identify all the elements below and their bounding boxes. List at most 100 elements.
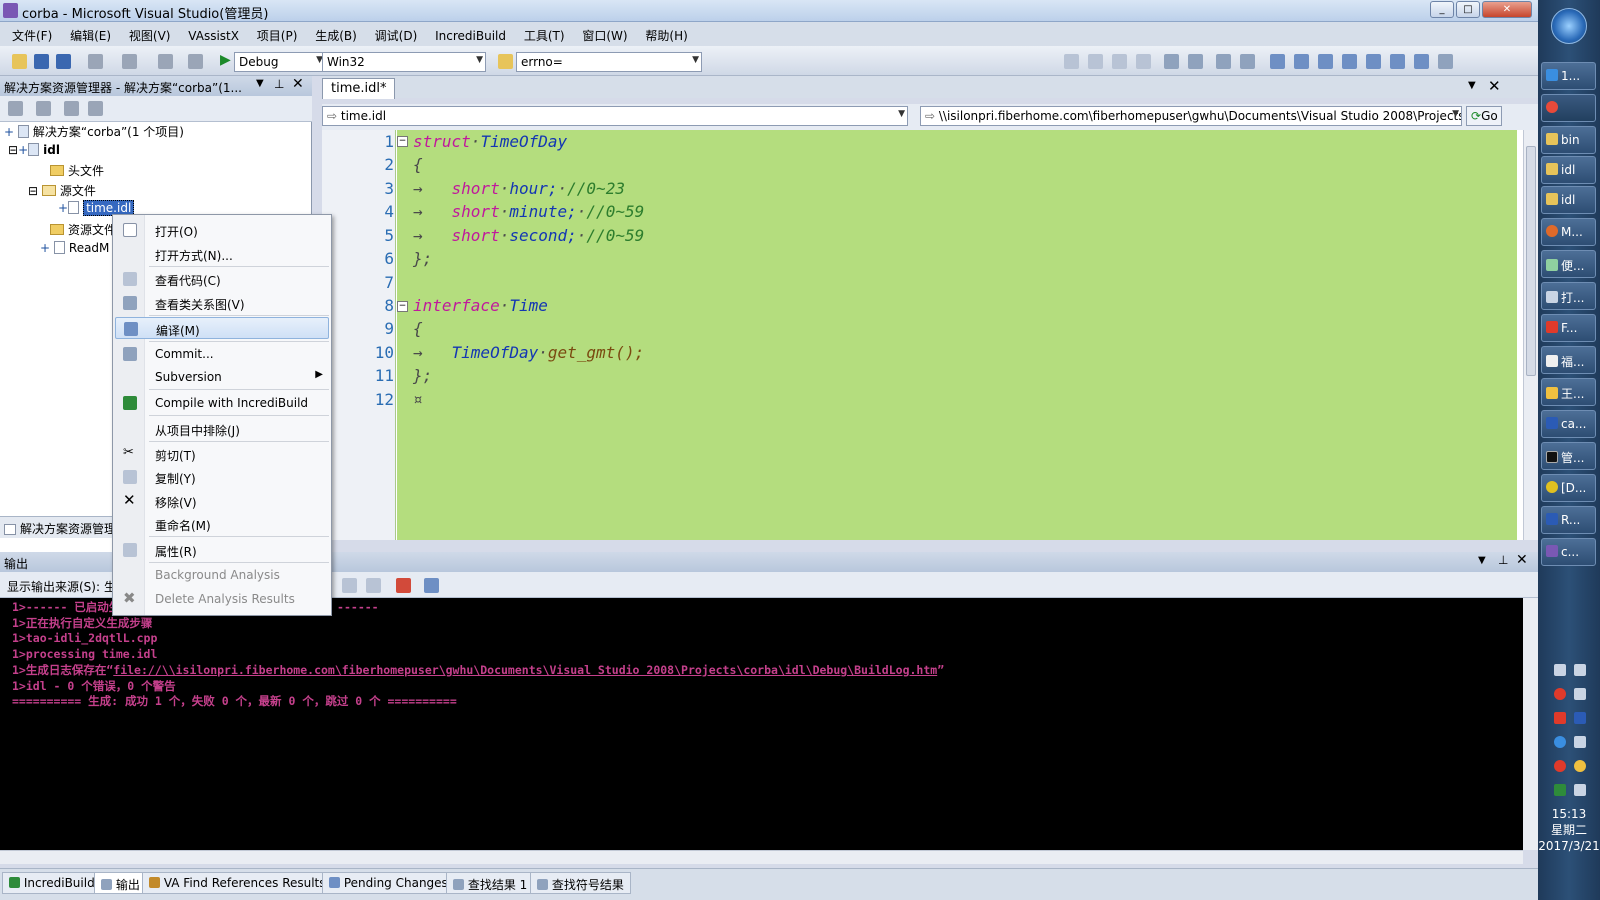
tab-incredibuild[interactable]: IncrediBuild [2,872,102,894]
menu-debug[interactable]: 调试(D) [368,22,425,44]
menu-window[interactable]: 窗口(W) [575,22,634,44]
find-in-files-icon[interactable] [498,54,513,69]
menu-file[interactable]: 文件(F) [0,22,59,44]
type-combo[interactable]: ⇨ time.idl ▼ [322,106,908,126]
undo-icon[interactable] [88,54,103,69]
output-vertical-scrollbar[interactable] [1523,598,1538,850]
tray-icon[interactable] [1554,760,1566,772]
options-icon[interactable] [1438,54,1453,69]
menu-vassistx[interactable]: VAssistX [181,24,246,43]
tab-find-results-1[interactable]: 查找结果 1 [446,872,535,894]
menu-item-open[interactable]: 打开(O) [115,219,329,241]
menu-item-properties[interactable]: 属性(R) [115,539,329,561]
tray-icon[interactable] [1554,688,1566,700]
tray-icon[interactable] [1574,664,1586,676]
maximize-button[interactable]: □ [1456,1,1480,18]
menu-item-view-class-diagram[interactable]: 查看类关系图(V) [115,292,329,314]
taskbar-item[interactable] [1541,94,1596,122]
tray-icon[interactable] [1574,688,1586,700]
collapse-icon[interactable]: − [397,136,408,147]
clock[interactable]: 15:13 星期二 2017/3/21 [1538,806,1600,854]
outdent-icon[interactable] [1188,54,1203,69]
configuration-combo[interactable]: Debug ▼ [234,52,326,72]
bookmark-icon[interactable] [1270,54,1285,69]
scroll-thumb[interactable] [1526,146,1536,376]
output-horizontal-scrollbar[interactable] [0,850,1523,864]
layout-icon[interactable] [1112,54,1127,69]
path-combo[interactable]: ⇨ \\isilonpri.fiberhome.com\fiberhomepus… [920,106,1462,126]
pin-icon[interactable]: ⊥ [274,77,284,91]
output-text[interactable]: 1>------ 已启动生成: 项目: idl, 配置: Debug Win32… [0,598,1523,850]
menu-item-copy[interactable]: 复制(Y) [115,466,329,488]
taskbar-item[interactable]: 王... [1541,378,1596,406]
taskbar-item[interactable]: c... [1541,538,1596,566]
menu-project[interactable]: 项目(P) [250,22,305,44]
menu-build[interactable]: 生成(B) [308,22,364,44]
clear-all-icon[interactable] [396,578,411,593]
class-diagram-icon[interactable] [88,101,103,116]
layout-icon[interactable] [1088,54,1103,69]
close-icon[interactable]: ✕ [1488,77,1501,95]
layout-icon[interactable] [1136,54,1151,69]
collapse-icon[interactable]: − [397,301,408,312]
find-icon[interactable] [188,54,203,69]
indent-icon[interactable] [1164,54,1179,69]
refresh-icon[interactable] [64,101,79,116]
start-button[interactable] [1551,8,1587,44]
taskbar-item[interactable]: 便... [1541,250,1596,278]
tab-find-symbol-results[interactable]: 查找符号结果 [530,872,631,894]
menu-edit[interactable]: 编辑(E) [63,22,118,44]
redo-icon[interactable] [122,54,137,69]
close-icon[interactable]: ✕ [292,76,304,92]
menu-help[interactable]: 帮助(H) [638,22,694,44]
taskbar-item[interactable]: [D... [1541,474,1596,502]
uncomment-icon[interactable] [1240,54,1255,69]
tree-item-time-idl[interactable]: + time.idl [58,200,135,216]
taskbar-item[interactable]: M... [1541,218,1596,246]
editor-vertical-scrollbar[interactable] [1523,130,1538,540]
pin-icon[interactable]: ⊥ [1498,553,1508,567]
tree-item-solution[interactable]: + 解决方案“corba”(1 个项目) [4,123,184,140]
platform-combo[interactable]: Win32 ▼ [322,52,486,72]
menu-item-exclude-from-project[interactable]: 从项目中排除(J) [115,418,329,440]
tree-item-source-files[interactable]: ⊟ 源文件 [28,182,96,199]
minimize-button[interactable]: _ [1430,1,1454,18]
code-editor[interactable]: 1 2 3 4 5 6 7 8 9 10 11 12 − − struct·Ti… [322,130,1523,540]
code-area[interactable]: − − struct·TimeOfDay { → short·hour;·//0… [397,130,1517,540]
save-all-icon[interactable] [56,54,71,69]
navigate-icon[interactable] [158,54,173,69]
tab-output[interactable]: 输出 [94,872,147,894]
bookmark-icon[interactable] [1414,54,1429,69]
menu-item-compile[interactable]: 编译(M) [115,317,329,339]
close-icon[interactable]: ✕ [1516,552,1528,568]
taskbar-item[interactable]: idl [1541,186,1596,214]
bookmark-icon[interactable] [1342,54,1357,69]
menu-item-open-with[interactable]: 打开方式(N)... [115,243,329,265]
layout-icon[interactable] [1064,54,1079,69]
taskbar-item[interactable]: bin [1541,126,1596,154]
build-log-link[interactable]: file://\\isilonpri.fiberhome.com\fiberho… [113,663,937,677]
chevron-down-icon[interactable]: ▼ [1478,555,1486,566]
menu-item-commit[interactable]: Commit... [115,343,329,365]
comment-icon[interactable] [1216,54,1231,69]
tray-icon[interactable] [1554,736,1566,748]
tree-item-project[interactable]: ⊟+ idl [8,143,60,157]
bookmark-clear-icon[interactable] [1390,54,1405,69]
menu-view[interactable]: 视图(V) [122,22,178,44]
taskbar-item[interactable]: 管... [1541,442,1596,470]
taskbar-item[interactable]: 福... [1541,346,1596,374]
taskbar-item[interactable]: ca... [1541,410,1596,438]
keyboard-icon[interactable] [1554,664,1566,676]
taskbar-item[interactable]: 1... [1541,62,1596,90]
tray-icon[interactable] [1574,760,1586,772]
tab-pending-changes[interactable]: Pending Changes [322,872,455,894]
show-all-files-icon[interactable] [36,101,51,116]
network-icon[interactable] [1554,784,1566,796]
taskbar-item[interactable]: 打... [1541,282,1596,310]
menu-item-cut[interactable]: ✂ 剪切(T) [115,443,329,465]
start-debug-icon[interactable]: ▶ [220,52,231,68]
previous-message-icon[interactable] [342,578,357,593]
find-combo[interactable]: errno= ▼ [516,52,702,72]
menu-item-compile-incredibuild[interactable]: Compile with IncrediBuild [115,392,329,414]
volume-icon[interactable] [1574,784,1586,796]
